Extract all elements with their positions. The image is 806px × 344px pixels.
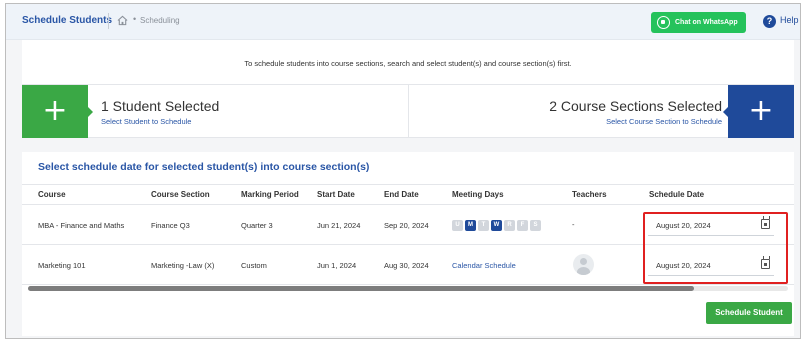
select-student-link[interactable]: Select Student to Schedule: [101, 117, 191, 126]
cell-course-section: Marketing -Law (X): [151, 261, 215, 270]
students-selected-count: 1 Student Selected: [101, 98, 220, 114]
cell-teachers: -: [572, 220, 575, 229]
day-badge-tuesday: T: [478, 220, 489, 231]
selection-summary: + 1 Student Selected Select Student to S…: [22, 84, 794, 139]
table-header: Course Course Section Marking Period Sta…: [22, 184, 794, 205]
selection-divider: [408, 85, 409, 139]
app-window: Schedule Students • Scheduling Chat on W…: [5, 3, 801, 339]
day-badge-sunday: U: [452, 220, 463, 231]
whatsapp-chat-label: Chat on WhatsApp: [675, 19, 738, 26]
top-bar: Schedule Students • Scheduling Chat on W…: [6, 4, 800, 40]
day-badge-wednesday: W: [491, 220, 502, 231]
col-end-date: End Date: [384, 190, 419, 199]
col-course: Course: [38, 190, 66, 199]
cell-end-date: Aug 30, 2024: [384, 261, 429, 270]
whatsapp-icon: [657, 16, 670, 29]
horizontal-scrollbar[interactable]: [28, 286, 694, 291]
cell-marking-period: Custom: [241, 261, 267, 270]
teacher-avatar: [573, 254, 594, 275]
day-badge-thursday: R: [504, 220, 515, 231]
day-badge-friday: F: [517, 220, 528, 231]
calendar-schedule-link[interactable]: Calendar Schedule: [452, 261, 516, 270]
plus-icon: +: [748, 93, 774, 128]
section-title: Select schedule date for selected studen…: [38, 161, 370, 173]
breadcrumb-current: Scheduling: [140, 16, 180, 25]
col-marking-period: Marking Period: [241, 190, 299, 199]
col-teachers: Teachers: [572, 190, 607, 199]
section-gap: [22, 138, 794, 152]
select-course-section-link[interactable]: Select Course Section to Schedule: [606, 117, 722, 126]
cell-start-date: Jun 21, 2024: [317, 221, 361, 230]
course-sections-selected-count: 2 Course Sections Selected: [549, 98, 722, 114]
schedule-date-highlight: [643, 212, 788, 284]
add-student-button[interactable]: +: [22, 85, 93, 139]
col-start-date: Start Date: [317, 190, 355, 199]
col-schedule-date: Schedule Date: [649, 190, 705, 199]
page-title[interactable]: Schedule Students: [22, 15, 112, 26]
schedule-card: To schedule students into course section…: [22, 40, 794, 336]
col-course-section: Course Section: [151, 190, 210, 199]
home-icon[interactable]: [117, 15, 128, 26]
help-icon[interactable]: ?: [763, 15, 776, 28]
cell-end-date: Sep 20, 2024: [384, 221, 429, 230]
help-link[interactable]: Help: [780, 15, 799, 25]
day-badge-saturday: S: [530, 220, 541, 231]
cell-course: MBA - Finance and Maths: [38, 221, 125, 230]
title-divider: [108, 13, 109, 29]
add-course-section-button[interactable]: +: [723, 85, 794, 139]
cell-marking-period: Quarter 3: [241, 221, 273, 230]
cell-start-date: Jun 1, 2024: [317, 261, 357, 270]
schedule-student-button[interactable]: Schedule Student: [706, 302, 792, 324]
plus-icon: +: [42, 93, 68, 128]
day-badge-monday: M: [465, 220, 476, 231]
breadcrumb-separator: •: [133, 14, 137, 24]
instruction-text: To schedule students into course section…: [244, 59, 572, 68]
col-meeting-days: Meeting Days: [452, 190, 504, 199]
whatsapp-chat-button[interactable]: Chat on WhatsApp: [651, 12, 746, 33]
meeting-days: U M T W R F S: [452, 220, 541, 231]
cell-course: Marketing 101: [38, 261, 86, 270]
cell-course-section: Finance Q3: [151, 221, 190, 230]
